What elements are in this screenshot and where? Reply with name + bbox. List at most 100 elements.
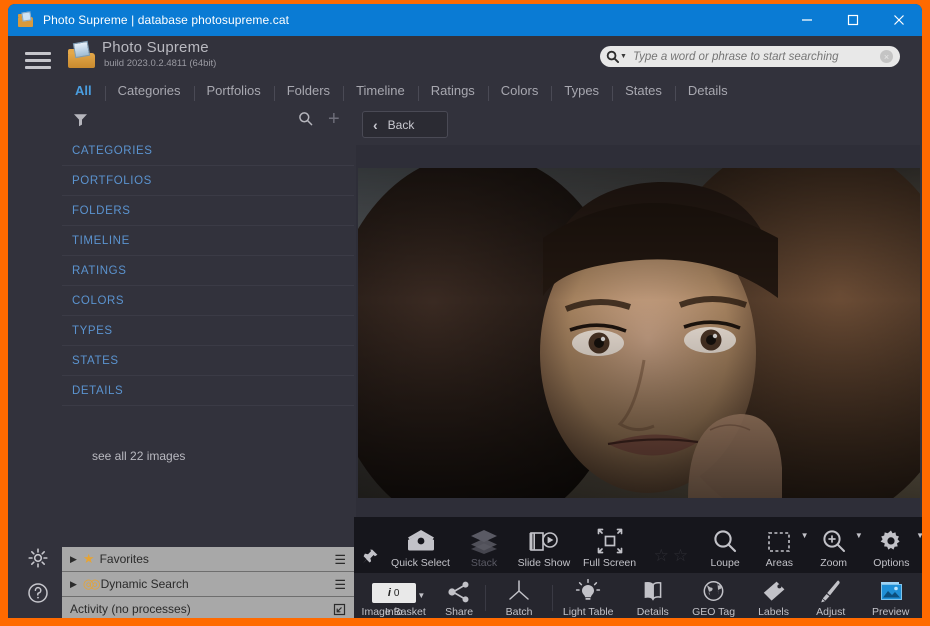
- light-table-label: Light Table: [563, 606, 614, 618]
- batch-button[interactable]: Batch: [486, 573, 552, 622]
- gear-icon[interactable]: [26, 546, 50, 570]
- labels-label: Labels: [758, 606, 789, 618]
- pin-icon: [361, 538, 379, 566]
- left-panel-dock: ▶ ★ Favorites ☰ ▶ ◎◎ Dynamic Search ☰ Ac…: [62, 547, 354, 622]
- info-label: Info: [362, 606, 426, 618]
- search-dropdown-caret[interactable]: ▼: [620, 53, 627, 60]
- maximize-icon[interactable]: [830, 4, 876, 36]
- info-basket-icon: i 0: [372, 575, 416, 603]
- portrait-photo[interactable]: [358, 168, 920, 498]
- image-viewer[interactable]: [354, 145, 922, 517]
- light-table-button[interactable]: Light Table: [553, 573, 623, 622]
- slide-show-label: Slide Show: [518, 557, 571, 569]
- left-panel: + CATEGORIES PORTFOLIOS FOLDERS TIMELINE…: [62, 105, 354, 622]
- tab-details[interactable]: Details: [675, 83, 741, 98]
- search-box[interactable]: ▼ ×: [600, 46, 900, 67]
- category-item-states[interactable]: STATES: [62, 346, 354, 376]
- preview-label: Preview: [872, 606, 909, 618]
- zoom-icon: [821, 526, 847, 554]
- preview-button[interactable]: Preview: [859, 573, 922, 622]
- category-item-ratings[interactable]: RATINGS: [62, 256, 354, 286]
- details-icon: [640, 575, 666, 603]
- category-item-timeline[interactable]: TIMELINE: [62, 226, 354, 256]
- quick-select-icon: [406, 526, 436, 554]
- plus-icon[interactable]: +: [328, 109, 340, 129]
- chevron-down-icon[interactable]: ▼: [417, 591, 425, 600]
- geo-tag-icon: [701, 575, 726, 603]
- category-item-categories[interactable]: CATEGORIES: [62, 136, 354, 166]
- zoom-button[interactable]: ▼ Zoom: [806, 517, 860, 573]
- adjust-button[interactable]: Adjust: [802, 573, 859, 622]
- rating-stars[interactable]: ☆☆: [644, 517, 698, 573]
- geo-tag-button[interactable]: GEO Tag: [682, 573, 745, 622]
- left-panel-toolbar: +: [62, 105, 354, 136]
- viewer-navbar: ‹ Back: [354, 105, 922, 145]
- hamburger-icon[interactable]: [25, 52, 51, 70]
- tab-ratings[interactable]: Ratings: [418, 83, 488, 98]
- minimize-icon[interactable]: [784, 4, 830, 36]
- category-item-portfolios[interactable]: PORTFOLIOS: [62, 166, 354, 196]
- tab-all[interactable]: All: [62, 83, 105, 98]
- help-icon[interactable]: [26, 581, 50, 605]
- labels-icon: [761, 575, 787, 603]
- share-icon: [447, 575, 471, 603]
- tab-portfolios[interactable]: Portfolios: [194, 83, 274, 98]
- stack-label: Stack: [471, 557, 497, 569]
- adjust-label: Adjust: [816, 606, 845, 618]
- dock-row-favorites[interactable]: ▶ ★ Favorites ☰: [62, 547, 354, 572]
- areas-label: Areas: [766, 557, 793, 569]
- search-input[interactable]: [633, 51, 880, 63]
- app-build: build 2023.0.2.4811 (64bit): [104, 58, 216, 69]
- options-button[interactable]: ▼ Options: [861, 517, 922, 573]
- category-item-details[interactable]: DETAILS: [62, 376, 354, 406]
- dock-menu-icon[interactable]: ☰: [334, 553, 346, 566]
- app-icon: [18, 12, 34, 28]
- search-clear-icon[interactable]: ×: [880, 50, 893, 63]
- back-button[interactable]: ‹ Back: [362, 111, 448, 138]
- loupe-label: Loupe: [710, 557, 739, 569]
- category-item-folders[interactable]: FOLDERS: [62, 196, 354, 226]
- category-item-colors[interactable]: COLORS: [62, 286, 354, 316]
- tab-folders[interactable]: Folders: [274, 83, 343, 98]
- star-icon: ★: [83, 551, 95, 567]
- details-button[interactable]: Details: [623, 573, 682, 622]
- loupe-icon: [712, 526, 738, 554]
- funnel-icon[interactable]: [72, 111, 89, 128]
- stack-button[interactable]: Stack: [456, 517, 513, 573]
- rings-icon: ◎◎: [83, 576, 96, 592]
- expander-icon[interactable]: ▶: [70, 579, 77, 590]
- labels-button[interactable]: Labels: [745, 573, 802, 622]
- dock-label-favorites: Favorites: [100, 552, 149, 566]
- loupe-button[interactable]: Loupe: [698, 517, 752, 573]
- slide-show-button[interactable]: Slide Show: [512, 517, 575, 573]
- full-screen-label: Full Screen: [583, 557, 636, 569]
- dock-row-dynamic-search[interactable]: ▶ ◎◎ Dynamic Search ☰: [62, 572, 354, 597]
- category-item-types[interactable]: TYPES: [62, 316, 354, 346]
- info-image-basket-button[interactable]: i 0 ▼ Image Basket Info: [354, 573, 433, 622]
- tab-types[interactable]: Types: [551, 83, 612, 98]
- viewer-canvas: [356, 145, 920, 517]
- light-table-icon: [575, 575, 601, 603]
- panel-search-icon[interactable]: [298, 111, 313, 126]
- quick-select-button[interactable]: Quick Select: [386, 517, 456, 573]
- tab-colors[interactable]: Colors: [488, 83, 552, 98]
- portrait-photo-art: [358, 168, 920, 498]
- desktop-bottom-strip: [0, 618, 930, 626]
- popout-icon[interactable]: [333, 603, 346, 616]
- tab-timeline[interactable]: Timeline: [343, 83, 418, 98]
- stack-icon: [470, 526, 498, 554]
- dock-menu-icon[interactable]: ☰: [334, 578, 346, 591]
- share-button[interactable]: Share: [433, 573, 485, 622]
- tab-categories[interactable]: Categories: [105, 83, 194, 98]
- close-icon[interactable]: [876, 4, 922, 36]
- expander-icon[interactable]: ▶: [70, 554, 77, 565]
- chevron-down-icon[interactable]: ▼: [916, 531, 922, 540]
- adjust-icon: [818, 575, 844, 603]
- window-controls: [784, 4, 922, 36]
- tab-states[interactable]: States: [612, 83, 675, 98]
- see-all-images-link[interactable]: see all 22 images: [62, 436, 354, 476]
- full-screen-button[interactable]: Full Screen: [575, 517, 643, 573]
- primary-toolbar: Quick Select Stack: [354, 517, 922, 573]
- pin-button[interactable]: [354, 517, 386, 573]
- areas-button[interactable]: ▼ Areas: [752, 517, 806, 573]
